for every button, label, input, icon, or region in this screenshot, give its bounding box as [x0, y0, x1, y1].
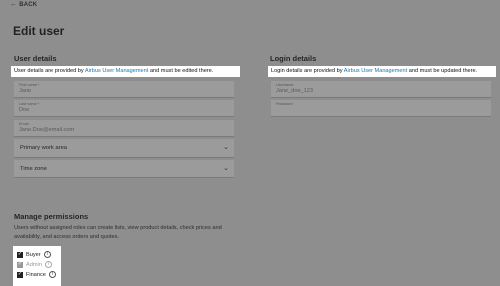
primary-work-area-select[interactable]: Primary work area ⌄ [14, 139, 234, 158]
role-buyer[interactable]: ✓ Buyer i [17, 251, 51, 258]
first-name-field: First name * Jane [14, 81, 234, 98]
back-link[interactable]: ← BACK [10, 1, 37, 8]
notice-text: User details are provided by [14, 68, 85, 74]
admin-checkbox: ✓ [17, 261, 23, 268]
email-field: Email Jane.Doe@email.com [14, 120, 234, 137]
arrow-left-icon: ← [10, 1, 18, 8]
time-zone-select[interactable]: Time zone ⌄ [14, 160, 234, 178]
first-name-value: Jane [19, 88, 32, 94]
permissions-checkbox-group: ✓ Buyer i ✓ Admin i ✓ Finance i [13, 246, 61, 286]
finance-label: Finance [26, 271, 46, 278]
last-name-field: Last name * Doe [14, 100, 234, 117]
info-icon[interactable]: i [43, 251, 51, 258]
password-label: Password [276, 102, 293, 106]
page-title: Edit user [13, 24, 65, 38]
back-label: BACK [19, 1, 38, 8]
chevron-down-icon: ⌄ [223, 165, 229, 172]
role-admin: ✓ Admin i [17, 261, 52, 268]
login-details-notice: Login details are provided by Airbus Use… [268, 66, 496, 77]
admin-label: Admin [26, 261, 42, 268]
notice-text: and must be updated there. [407, 68, 478, 74]
username-value: Jane_doe_123 [276, 88, 314, 94]
checkmark-icon: ✓ [17, 251, 23, 257]
notice-text: and must be edited there. [148, 68, 214, 74]
first-name-label: First name * [19, 83, 40, 87]
last-name-value: Doe [19, 107, 30, 113]
buyer-label: Buyer [26, 251, 41, 258]
buyer-checkbox[interactable]: ✓ [17, 251, 23, 258]
username-field: Username Jane_doe_123 [271, 81, 491, 98]
user-details-heading: User details [14, 54, 57, 63]
password-field: Password [271, 100, 491, 117]
user-details-notice: User details are provided by Airbus User… [11, 66, 240, 77]
primary-work-area-label: Primary work area [20, 145, 68, 151]
chevron-down-icon: ⌄ [223, 144, 229, 151]
time-zone-label: Time zone [20, 166, 47, 172]
login-details-heading: Login details [270, 54, 317, 63]
info-icon: i [44, 261, 52, 268]
airbus-user-management-link[interactable]: Airbus User Management [344, 68, 407, 74]
email-label: Email [19, 122, 29, 126]
email-value: Jane.Doe@email.com [19, 127, 75, 133]
checkmark-icon: ✓ [17, 261, 23, 267]
info-icon[interactable]: i [48, 271, 56, 278]
manage-permissions-heading: Manage permissions [14, 212, 89, 221]
username-label: Username [276, 83, 294, 87]
airbus-user-management-link[interactable]: Airbus User Management [85, 68, 148, 74]
finance-checkbox[interactable]: ✓ [17, 271, 23, 278]
checkmark-icon: ✓ [17, 271, 23, 277]
notice-text: Login details are provided by [271, 68, 344, 74]
last-name-label: Last name * [19, 102, 40, 106]
role-finance[interactable]: ✓ Finance i [17, 271, 56, 278]
permissions-description: Users without assigned roles can create … [14, 225, 222, 240]
